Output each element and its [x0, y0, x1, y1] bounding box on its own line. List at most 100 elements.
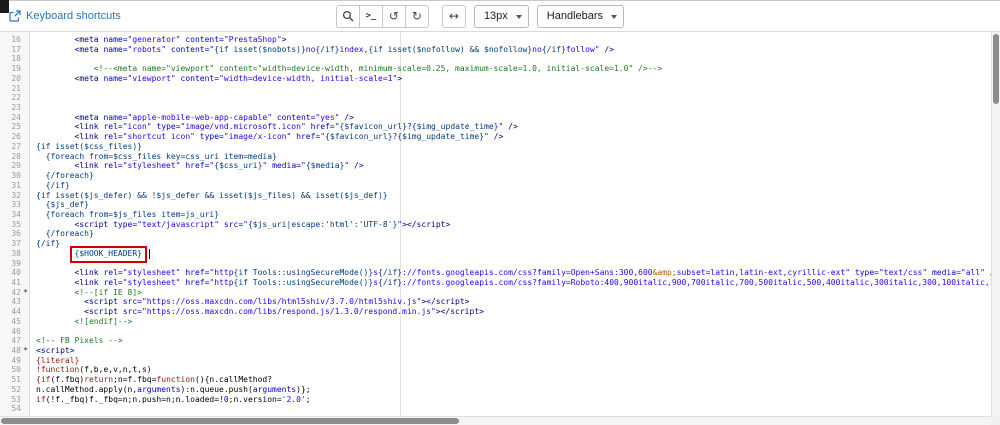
horizontal-scrollbar[interactable]	[0, 416, 991, 425]
line-number: 31	[0, 181, 29, 191]
line-number: 19	[0, 64, 29, 74]
line-number: 22	[0, 93, 29, 103]
code-token: <!--[if IE 8]>	[75, 288, 142, 297]
redo-button[interactable]: ↻	[405, 5, 429, 28]
line-number: 46	[0, 327, 29, 337]
code-line-40[interactable]: <link rel="stylesheet" href="http{if Too…	[36, 268, 991, 278]
code-token: <link	[75, 122, 104, 131]
code-token: href=	[296, 132, 320, 141]
code-line-38[interactable]: {$HOOK_HEADER}	[36, 249, 991, 259]
code-token	[36, 181, 46, 190]
code-token	[36, 152, 46, 161]
code-line-17[interactable]: <meta name="robots" content="{if isset($…	[36, 45, 991, 55]
code-line-46[interactable]	[36, 327, 991, 337]
code-token: />	[985, 268, 991, 277]
code-line-53[interactable]: if(!f._fbq)f._fbq=n;n.push=n;n.loaded=!0…	[36, 395, 991, 405]
code-line-41[interactable]: <link rel="stylesheet" href="http{if Too…	[36, 278, 991, 288]
code-token: (f.fbq)	[50, 375, 84, 384]
code-lines: <meta name="generator" content="PrestaSh…	[31, 32, 991, 416]
code-line-44[interactable]: <script src="https://oss.maxcdn.com/libs…	[36, 307, 991, 317]
code-token: {/if}	[378, 268, 402, 277]
code-token: src=	[224, 220, 243, 229]
code-line-34[interactable]: {foreach from=$js_files item=js_uri}	[36, 210, 991, 220]
code-token: media=	[932, 268, 961, 277]
code-line-20[interactable]: <meta name="viewport" content="width=dev…	[36, 74, 991, 84]
code-token: name=	[103, 45, 127, 54]
code-token: no	[306, 45, 316, 54]
code-token	[36, 229, 46, 238]
code-token: "https://oss.maxcdn.com/libs/html5shiv/3…	[142, 297, 421, 306]
code-token: name=	[103, 74, 127, 83]
code-token: href=	[185, 278, 209, 287]
code-token: {$img_update_time}	[412, 122, 499, 131]
line-number: 38	[0, 249, 29, 259]
code-line-30[interactable]: {/foreach}	[36, 171, 991, 181]
code-line-54[interactable]	[36, 404, 991, 414]
code-line-25[interactable]: <link rel="icon" type="image/vnd.microso…	[36, 122, 991, 132]
code-token	[36, 161, 75, 170]
code-line-50[interactable]: !function(f,b,e,v,n,t,s)	[36, 365, 991, 375]
code-token	[36, 278, 75, 287]
code-line-45[interactable]: <![endif]-->	[36, 317, 991, 327]
horizontal-scrollbar-thumb[interactable]	[1, 418, 459, 424]
code-line-21[interactable]	[36, 84, 991, 94]
code-token	[36, 317, 75, 326]
code-line-22[interactable]	[36, 93, 991, 103]
code-line-43[interactable]: <script src="https://oss.maxcdn.com/libs…	[36, 297, 991, 307]
code-line-29[interactable]: <link rel="stylesheet" href="{$css_uri}"…	[36, 161, 991, 171]
code-token: media=	[272, 161, 301, 170]
code-token: ):n.queue.push(	[181, 385, 253, 394]
code-token: "http	[209, 278, 233, 287]
line-number: 49	[0, 356, 29, 366]
fullwidth-toggle-button[interactable]: ↔	[442, 5, 466, 28]
vertical-scrollbar-thumb[interactable]	[993, 34, 999, 104]
code-line-19[interactable]: <!--<meta name="viewport" content="width…	[36, 64, 991, 74]
undo-button[interactable]: ↺	[382, 5, 406, 28]
code-token	[36, 210, 46, 219]
code-line-36[interactable]: {/foreach}	[36, 229, 991, 239]
mode-select[interactable]: Handlebars	[537, 5, 624, 28]
line-number: 41	[0, 278, 29, 288]
code-line-31[interactable]: {/if}	[36, 181, 991, 191]
code-token: rel=	[103, 122, 122, 131]
font-size-select[interactable]: 13px	[474, 5, 529, 28]
code-line-48[interactable]: <script>	[36, 346, 991, 356]
code-line-28[interactable]: {foreach from=$css_files key=css_uri ite…	[36, 152, 991, 162]
theme-editor-screen: Keyboard shortcuts >_ ↺ ↻	[0, 0, 1000, 425]
code-line-32[interactable]: {if isset($js_defer) && !$js_defer && is…	[36, 191, 991, 201]
code-line-47[interactable]: <!-- FB Pixels -->	[36, 336, 991, 346]
code-token: '2.0'	[282, 395, 306, 404]
code-line-23[interactable]	[36, 103, 991, 113]
code-line-49[interactable]: {literal}	[36, 356, 991, 366]
code-token: <meta	[75, 74, 104, 83]
code-token: "icon"	[123, 122, 152, 131]
code-token: {foreach from=$js_files item=js_uri}	[46, 210, 219, 219]
code-line-51[interactable]: {if(f.fbq)return;n=f.fbq=function(){n.ca…	[36, 375, 991, 385]
code-line-18[interactable]	[36, 54, 991, 64]
code-token: {if Tools::usingSecureMode()}	[234, 278, 374, 287]
code-editor[interactable]: 1617181920212223242526272829303132333435…	[0, 32, 991, 416]
code-line-37[interactable]: {/if}	[36, 239, 991, 249]
code-line-24[interactable]: <meta name="apple-mobile-web-app-capable…	[36, 113, 991, 123]
code-token: "PrestaShop"	[224, 35, 282, 44]
code-line-27[interactable]: {if isset($css_files)}	[36, 142, 991, 152]
line-number-gutter: 1617181920212223242526272829303132333435…	[0, 32, 30, 416]
code-line-16[interactable]: <meta name="generator" content="PrestaSh…	[36, 35, 991, 45]
code-token: !function	[36, 365, 79, 374]
code-line-35[interactable]: <script type="text/javascript" src="{$js…	[36, 220, 991, 230]
code-line-42[interactable]: <!--[if IE 8]>	[36, 288, 991, 298]
terminal-button[interactable]: >_	[359, 5, 383, 28]
code-line-39[interactable]	[36, 259, 991, 269]
vertical-scrollbar[interactable]	[991, 32, 1000, 416]
code-line-52[interactable]: n.callMethod.apply(n,arguments):n.queue.…	[36, 385, 991, 395]
fullwidth-arrows-icon: ↔	[449, 10, 459, 22]
code-line-26[interactable]: <link rel="shortcut icon" type="image/x-…	[36, 132, 991, 142]
code-token: {if isset($js_defer) && !$js_defer && is…	[36, 191, 388, 200]
code-token: {/foreach}	[46, 229, 94, 238]
line-number: 23	[0, 103, 29, 113]
code-token: n.callMethod.apply(n,	[36, 385, 137, 394]
search-button[interactable]	[336, 5, 360, 28]
code-line-33[interactable]: {$js_def}	[36, 200, 991, 210]
external-link-icon	[9, 10, 21, 22]
keyboard-shortcuts-link[interactable]: Keyboard shortcuts	[9, 1, 121, 31]
